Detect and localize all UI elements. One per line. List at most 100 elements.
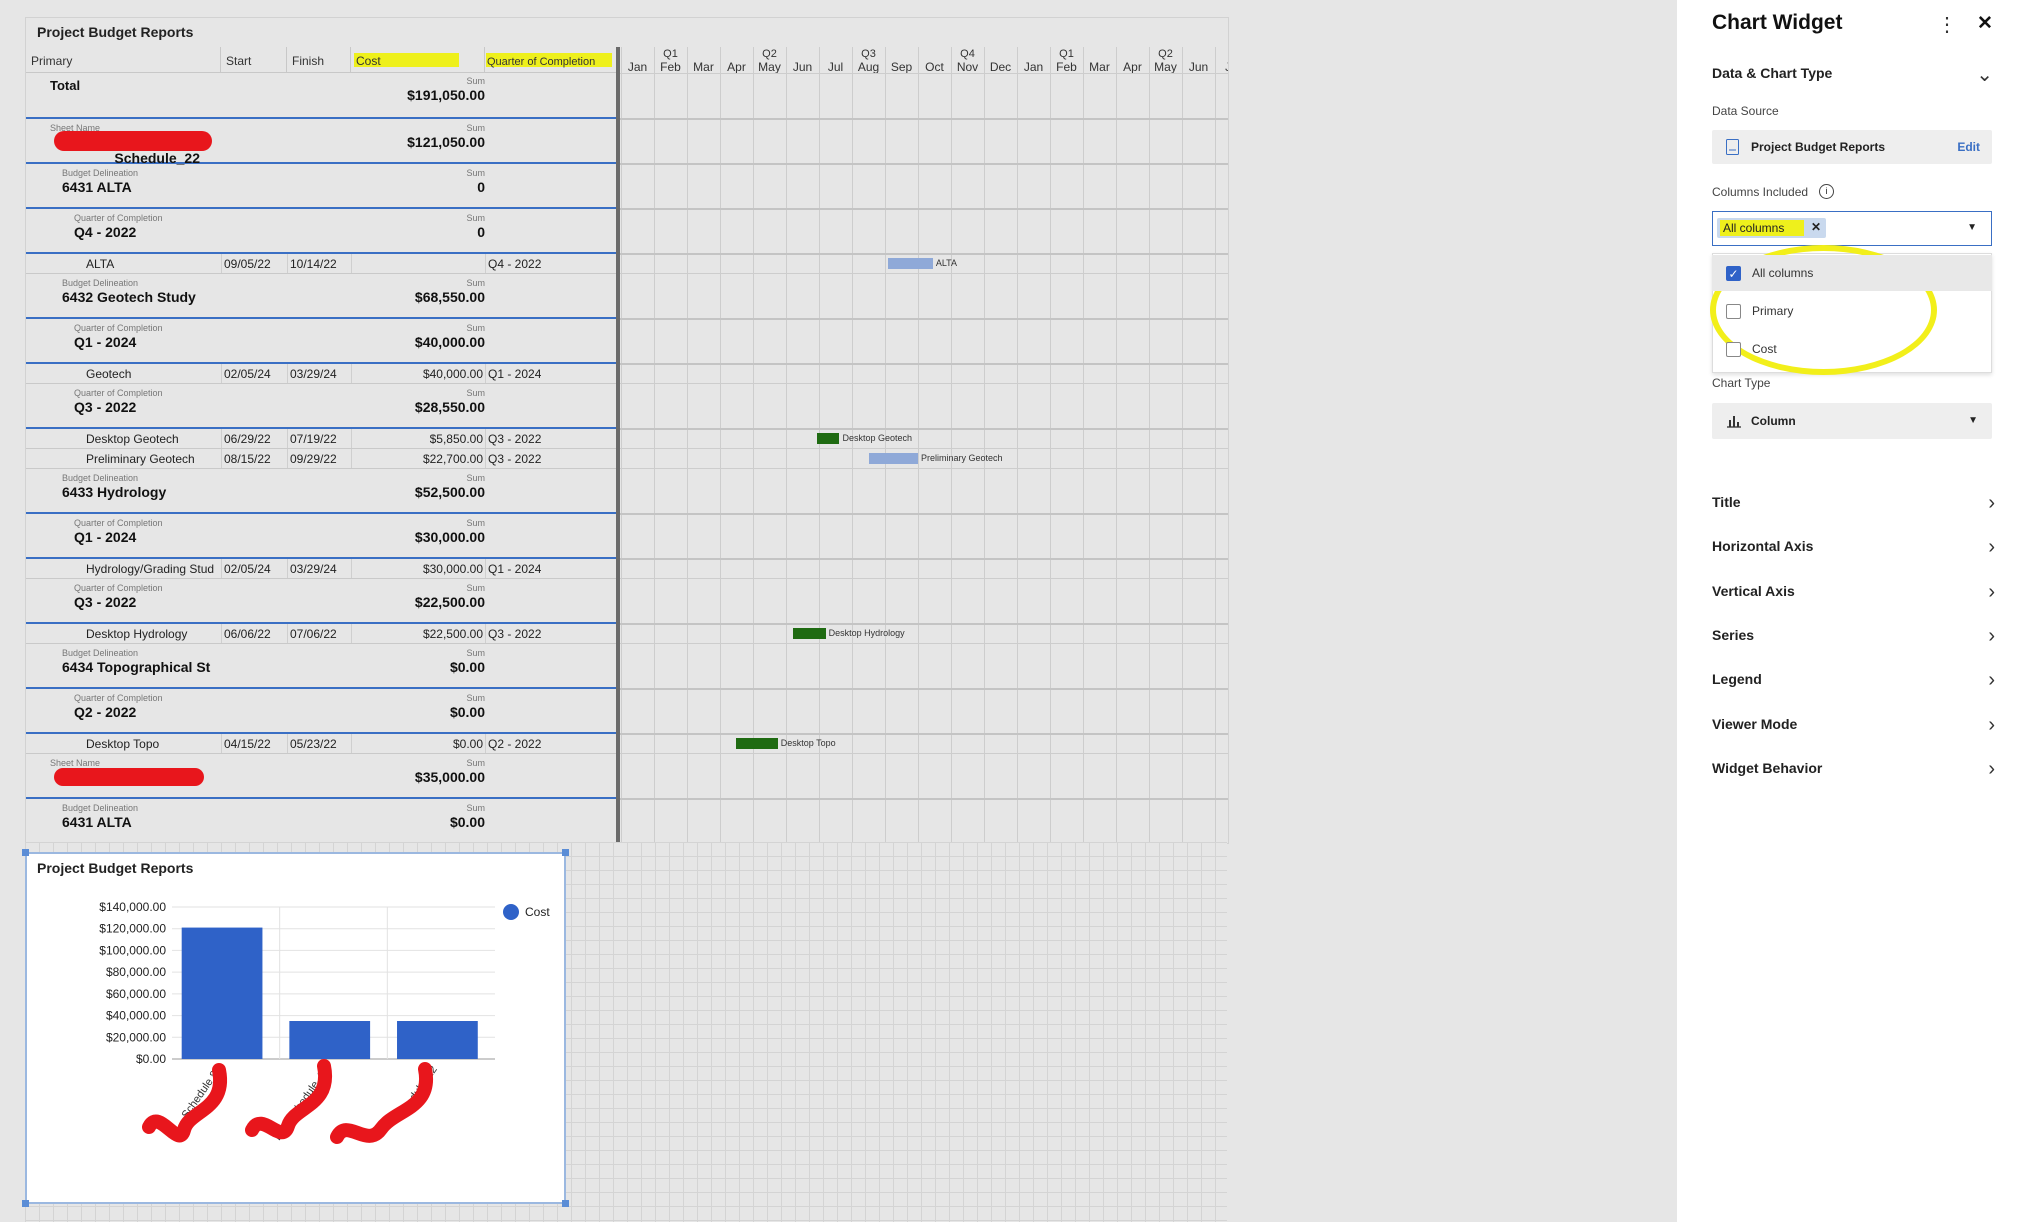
- group-row[interactable]: Budget Delineation 6431 ALTA Sum 0: [26, 164, 618, 209]
- group-row[interactable]: Sheet NameBlack Hills Schedule_22Sum$121…: [26, 119, 618, 166]
- group-row[interactable]: Quarter of Completion Q3 - 2022 Sum $22,500…: [26, 579, 618, 624]
- checkbox-icon[interactable]: [1726, 342, 1741, 357]
- chevron-right-icon[interactable]: ›: [1988, 581, 1995, 604]
- report-widget[interactable]: Project Budget Reports Primary Start Fin…: [25, 17, 1229, 844]
- column-option[interactable]: ✓ All columns: [1712, 255, 1992, 291]
- task-row[interactable]: Desktop Geotech 06/29/22 07/19/22 $5,850.00…: [26, 429, 618, 449]
- cost-value[interactable]: $40,000.00: [423, 367, 483, 381]
- section-vertical-axis[interactable]: Vertical Axis: [1712, 583, 1795, 599]
- start-date[interactable]: 02/05/24: [224, 367, 271, 381]
- task-name[interactable]: Geotech: [86, 367, 221, 381]
- task-row[interactable]: Desktop Topo 04/15/22 05/23/22 $0.00 Q2 - 20…: [26, 734, 618, 754]
- gantt-bar[interactable]: [817, 433, 840, 444]
- chart-type-select[interactable]: Column ▼: [1712, 403, 1992, 439]
- section-title[interactable]: Title: [1712, 494, 1741, 510]
- chevron-right-icon[interactable]: ›: [1988, 625, 1995, 648]
- task-name[interactable]: Preliminary Geotech: [86, 452, 221, 466]
- more-options-icon[interactable]: ⋮: [1937, 12, 1957, 37]
- gantt-bar[interactable]: [735, 738, 778, 749]
- cost-value[interactable]: $22,700.00: [423, 452, 483, 466]
- chevron-right-icon[interactable]: ›: [1988, 669, 1995, 692]
- column-header-cost[interactable]: Cost: [351, 47, 485, 73]
- task-name[interactable]: ALTA: [86, 257, 221, 271]
- quarter-value[interactable]: Q1 - 2024: [488, 367, 541, 381]
- finish-date[interactable]: 07/19/22: [290, 432, 337, 446]
- chevron-right-icon[interactable]: ›: [1988, 492, 1995, 515]
- section-widget-behavior[interactable]: Widget Behavior: [1712, 760, 1822, 776]
- group-row[interactable]: Quarter of Completion Q4 - 2022 Sum 0: [26, 209, 618, 254]
- group-row[interactable]: Budget Delineation 6434 Topographical St S…: [26, 644, 618, 689]
- group-row[interactable]: Budget Delineation 6433 Hydrology Sum $52,5…: [26, 469, 618, 514]
- chevron-down-icon[interactable]: ⌄: [1976, 62, 1993, 87]
- start-date[interactable]: 06/06/22: [224, 627, 271, 641]
- chevron-right-icon[interactable]: ›: [1988, 536, 1995, 559]
- task-row[interactable]: Desktop Hydrology 06/06/22 07/06/22 $22,500…: [26, 624, 618, 644]
- quarter-value[interactable]: Q3 - 2022: [488, 627, 541, 641]
- section-data-chart-type[interactable]: Data & Chart Type: [1712, 65, 1832, 81]
- gantt-chart[interactable]: Jan Feb Mar Apr May Jun Jul Aug Sep Oct Nov Dec Jan F…: [620, 47, 1228, 843]
- quarter-value[interactable]: Q1 - 2024: [488, 562, 541, 576]
- start-date[interactable]: 04/15/22: [224, 737, 271, 751]
- column-header-primary[interactable]: Primary: [26, 47, 221, 73]
- column-header-start[interactable]: Start: [221, 47, 287, 73]
- finish-date[interactable]: 07/06/22: [290, 627, 337, 641]
- selected-chip[interactable]: All columns ✕: [1717, 218, 1826, 238]
- finish-date[interactable]: 09/29/22: [290, 452, 337, 466]
- start-date[interactable]: 09/05/22: [224, 257, 271, 271]
- resize-handle[interactable]: [562, 849, 569, 856]
- gantt-bar[interactable]: [868, 453, 918, 464]
- column-option[interactable]: Primary: [1712, 293, 1992, 329]
- group-row[interactable]: Budget Delineation 6432 Geotech Study Sum $…: [26, 274, 618, 319]
- start-date[interactable]: 08/15/22: [224, 452, 271, 466]
- group-row[interactable]: Quarter of Completion Q2 - 2022 Sum $0.00: [26, 689, 618, 734]
- section-viewer-mode[interactable]: Viewer Mode: [1712, 716, 1797, 732]
- resize-handle[interactable]: [22, 1200, 29, 1207]
- group-row[interactable]: Quarter of Completion Q1 - 2024 Sum $30,000…: [26, 514, 618, 559]
- group-row[interactable]: Budget Delineation 6431 ALTA Sum $0.00: [26, 799, 618, 843]
- checkbox-icon[interactable]: [1726, 304, 1741, 319]
- column-option[interactable]: Cost: [1712, 331, 1992, 367]
- checkbox-checked-icon[interactable]: ✓: [1726, 266, 1741, 281]
- quarter-value[interactable]: Q2 - 2022: [488, 737, 541, 751]
- task-row[interactable]: Geotech 02/05/24 03/29/24 $40,000.00 Q1 - 20…: [26, 364, 618, 384]
- group-row[interactable]: Total Sum $191,050.00: [26, 73, 618, 119]
- info-icon[interactable]: i: [1819, 184, 1834, 199]
- columns-select[interactable]: All columns ✕ ▼: [1712, 211, 1992, 246]
- column-header-quarter[interactable]: Quarter of Completion: [485, 47, 618, 73]
- cost-value[interactable]: $30,000.00: [423, 562, 483, 576]
- finish-date[interactable]: 10/14/22: [290, 257, 337, 271]
- resize-handle[interactable]: [562, 1200, 569, 1207]
- finish-date[interactable]: 03/29/24: [290, 562, 337, 576]
- quarter-value[interactable]: Q3 - 2022: [488, 432, 541, 446]
- caret-down-icon[interactable]: ▼: [1967, 222, 1977, 233]
- group-row[interactable]: Quarter of Completion Q3 - 2022 Sum $28,550…: [26, 384, 618, 429]
- task-row[interactable]: ALTA 09/05/22 10/14/22 Q4 - 2022: [26, 254, 618, 274]
- quarter-value[interactable]: Q4 - 2022: [488, 257, 541, 271]
- report-grid[interactable]: Primary Start Finish Cost Quarter of Com…: [26, 47, 618, 843]
- finish-date[interactable]: 03/29/24: [290, 367, 337, 381]
- finish-date[interactable]: 05/23/22: [290, 737, 337, 751]
- start-date[interactable]: 02/05/24: [224, 562, 271, 576]
- section-horizontal-axis[interactable]: Horizontal Axis: [1712, 538, 1813, 554]
- chevron-right-icon[interactable]: ›: [1988, 758, 1995, 781]
- resize-handle[interactable]: [22, 849, 29, 856]
- task-row[interactable]: Preliminary Geotech 08/15/22 09/29/22 $22,7…: [26, 449, 618, 469]
- chip-remove-icon[interactable]: ✕: [1811, 220, 1821, 234]
- task-name[interactable]: Desktop Geotech: [86, 432, 221, 446]
- start-date[interactable]: 06/29/22: [224, 432, 271, 446]
- cost-value[interactable]: $22,500.00: [423, 627, 483, 641]
- chart-widget[interactable]: Project Budget Reports $140,000.00 $120,0…: [25, 852, 566, 1204]
- column-header-finish[interactable]: Finish: [287, 47, 351, 73]
- chevron-right-icon[interactable]: ›: [1988, 714, 1995, 737]
- section-series[interactable]: Series: [1712, 627, 1754, 643]
- quarter-value[interactable]: Q3 - 2022: [488, 452, 541, 466]
- close-icon[interactable]: ✕: [1977, 12, 1993, 35]
- group-row[interactable]: Quarter of Completion Q1 - 2024 Sum $40,000…: [26, 319, 618, 364]
- task-name[interactable]: Hydrology/Grading Stud: [86, 562, 221, 576]
- task-row[interactable]: Hydrology/Grading Stud 02/05/24 03/29/24 $3…: [26, 559, 618, 579]
- gantt-bar[interactable]: [792, 628, 826, 639]
- section-legend[interactable]: Legend: [1712, 671, 1762, 687]
- cost-value[interactable]: $0.00: [453, 737, 483, 751]
- gantt-bar[interactable]: [888, 258, 933, 269]
- task-name[interactable]: Desktop Hydrology: [86, 627, 221, 641]
